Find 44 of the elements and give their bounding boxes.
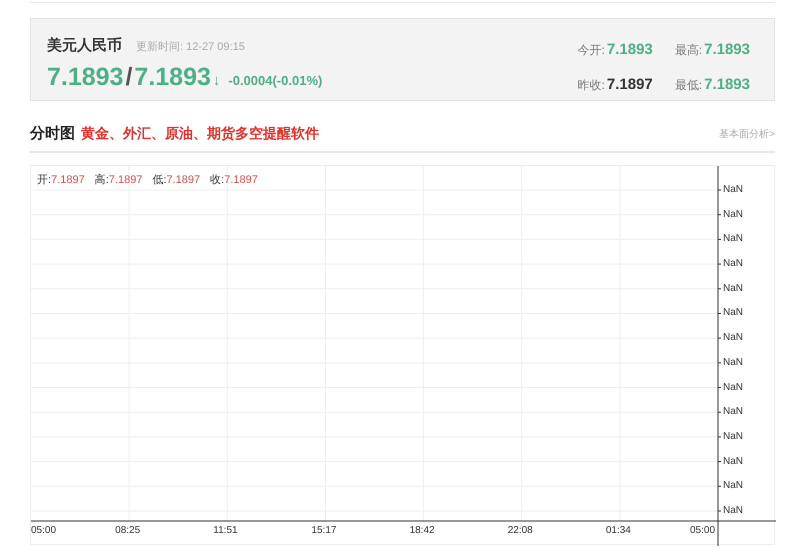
stat-value: 7.1893 xyxy=(606,40,653,60)
section-title: 分时图 xyxy=(30,124,75,144)
axis-label: NaN xyxy=(723,185,744,195)
axis-label: NaN xyxy=(723,259,744,270)
axis-label: NaN xyxy=(723,308,744,318)
analysis-link[interactable]: 基本面分析> xyxy=(719,127,775,142)
axis-label: 08:25 xyxy=(115,526,140,536)
axis-label: 01:34 xyxy=(606,526,631,536)
price-separator: / xyxy=(125,62,132,92)
axis-label: NaN xyxy=(723,333,744,344)
update-time: 更新时间: 12-27 09:15 xyxy=(136,40,245,55)
axis-label: NaN xyxy=(723,407,744,418)
axis-label: 18:42 xyxy=(410,526,435,536)
axis-label: 05:00 xyxy=(31,526,56,536)
axis-label: 11:51 xyxy=(213,526,238,536)
stat-label: 最高: xyxy=(674,42,702,59)
stat-label: 昨收: xyxy=(578,76,605,94)
axis-label: NaN xyxy=(723,432,744,442)
bid-price: 7.1893 xyxy=(47,62,124,92)
axis-label: 22:08 xyxy=(508,526,533,536)
stat-label: 今开: xyxy=(578,42,605,59)
ohlc-value: 低:7.1897 xyxy=(152,173,200,188)
axis-label: NaN xyxy=(723,481,744,492)
ohlc-value: 开:7.1897 xyxy=(37,173,85,188)
stat-value: 7.1893 xyxy=(704,40,750,60)
axis-label: NaN xyxy=(723,382,744,393)
quote-name: 美元人民币 xyxy=(47,36,122,56)
axis-label: 15:17 xyxy=(311,526,336,536)
axis-label: NaN xyxy=(723,358,744,368)
ohlc-value: 收:7.1897 xyxy=(210,173,258,188)
axis-label: NaN xyxy=(723,506,744,516)
stat-value: 7.1897 xyxy=(606,74,653,94)
promo-link[interactable]: 黄金、外汇、原油、期货多空提醒软件 xyxy=(81,123,319,144)
axis-label: 05:00 xyxy=(690,526,716,536)
axis-label: NaN xyxy=(723,456,744,467)
ohlc-value: 高:7.1897 xyxy=(94,172,142,188)
down-arrow: ↓ xyxy=(212,70,220,90)
ask-price: 7.1893 xyxy=(134,62,211,92)
axis-label: NaN xyxy=(723,234,744,244)
stat-value: 7.1893 xyxy=(704,74,750,94)
axis-label: NaN xyxy=(723,284,744,294)
price-change: -0.0004(-0.01%) xyxy=(228,72,322,90)
stat-label: 最低: xyxy=(674,76,702,94)
axis-label: NaN xyxy=(723,210,744,220)
